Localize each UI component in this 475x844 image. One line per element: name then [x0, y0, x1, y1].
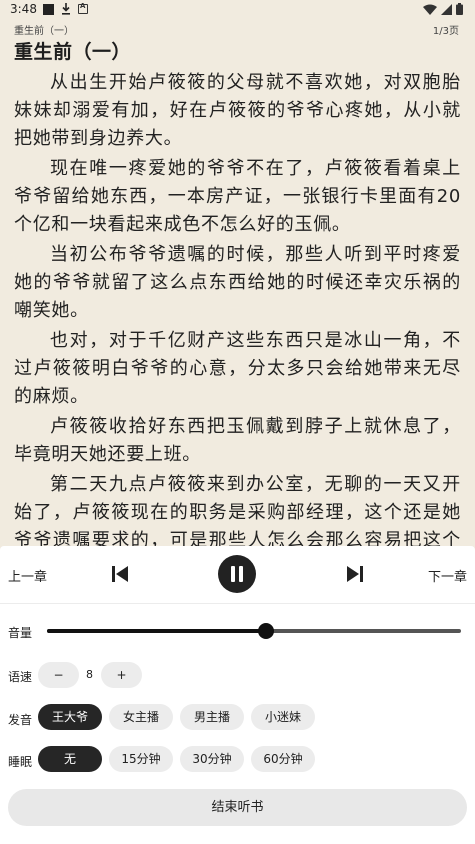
listen-panel: 上一章 下一章 音量 语速 − 8 + 发音 王大爷 女主播 男主播 小迷妹 睡… — [0, 546, 475, 844]
speed-increase-button[interactable]: + — [101, 662, 142, 688]
playback-controls: 上一章 下一章 — [0, 546, 475, 602]
sleep-option-none[interactable]: 无 — [38, 746, 102, 772]
paragraph: 卢筱筱收拾好东西把玉佩戴到脖子上就休息了，毕竟明天她还要上班。 — [14, 416, 461, 465]
voice-option-little-fan[interactable]: 小迷妹 — [251, 704, 315, 730]
divider — [0, 603, 475, 604]
reader-content[interactable]: 重生前（一） 从出生开始卢筱筱的父母就不喜欢她，对双胞胎妹妹却溺爱有加，好在卢筱… — [0, 36, 475, 546]
end-listening-button[interactable]: 结束听书 — [8, 789, 467, 826]
page-indicator: 1/3页 — [432, 26, 459, 37]
font-app-icon — [78, 2, 88, 14]
download-icon — [62, 3, 70, 15]
volume-slider[interactable] — [47, 623, 461, 639]
pause-button[interactable] — [218, 555, 256, 593]
volume-slider-thumb[interactable] — [258, 623, 275, 639]
paragraph: 现在唯一疼爱她的爷爷不在了，卢筱筱看着桌上爷爷留给她东西，一本房产证，一张银行卡… — [14, 158, 461, 235]
sleep-option-30min[interactable]: 30分钟 — [180, 746, 244, 772]
prev-chapter-button[interactable]: 上一章 — [8, 566, 47, 585]
voice-option-male-host[interactable]: 男主播 — [180, 704, 244, 730]
chapter-title: 重生前（一） — [14, 41, 132, 63]
skip-previous-icon[interactable] — [110, 565, 130, 583]
speed-decrease-button[interactable]: − — [38, 662, 79, 688]
next-chapter-button[interactable]: 下一章 — [428, 566, 467, 585]
sleep-option-15min[interactable]: 15分钟 — [109, 746, 173, 772]
status-time: 3:48 — [10, 2, 37, 16]
notification-icon — [43, 4, 54, 15]
voice-option-female-host[interactable]: 女主播 — [109, 704, 173, 730]
paragraph: 第二天九点卢筱筱来到办公室，无聊的一天又开始了，卢筱筱现在的职务是采购部经理，这… — [14, 474, 461, 546]
volume-label: 音量 — [8, 626, 33, 640]
speed-value: 8 — [86, 668, 93, 681]
voice-option-wang-daye[interactable]: 王大爷 — [38, 704, 102, 730]
paragraph: 也对，对于千亿财产这些东西只是冰山一角，不过卢筱筱明白爷爷的心意，分太多只会给她… — [14, 330, 461, 407]
sleep-label: 睡眠 — [8, 755, 33, 769]
wifi-icon — [423, 4, 437, 15]
status-bar: 3:48 — [0, 0, 475, 20]
paragraph: 当初公布爷爷遗嘱的时候，那些人听到平时疼爱她的爷爷就留了这么点东西给她的时候还幸… — [14, 244, 461, 321]
sleep-option-60min[interactable]: 60分钟 — [251, 746, 315, 772]
voice-label: 发音 — [8, 713, 33, 727]
battery-icon — [456, 3, 463, 15]
chapter-name-small: 重生前（一） — [14, 26, 74, 37]
volume-slider-fill — [47, 629, 267, 633]
skip-next-icon[interactable] — [345, 565, 365, 583]
reader-header: 重生前（一） 1/3页 — [0, 20, 475, 37]
signal-icon — [441, 3, 452, 15]
speed-label: 语速 — [8, 670, 33, 684]
paragraph: 从出生开始卢筱筱的父母就不喜欢她，对双胞胎妹妹却溺爱有加，好在卢筱筱的爷爷心疼她… — [14, 72, 461, 149]
